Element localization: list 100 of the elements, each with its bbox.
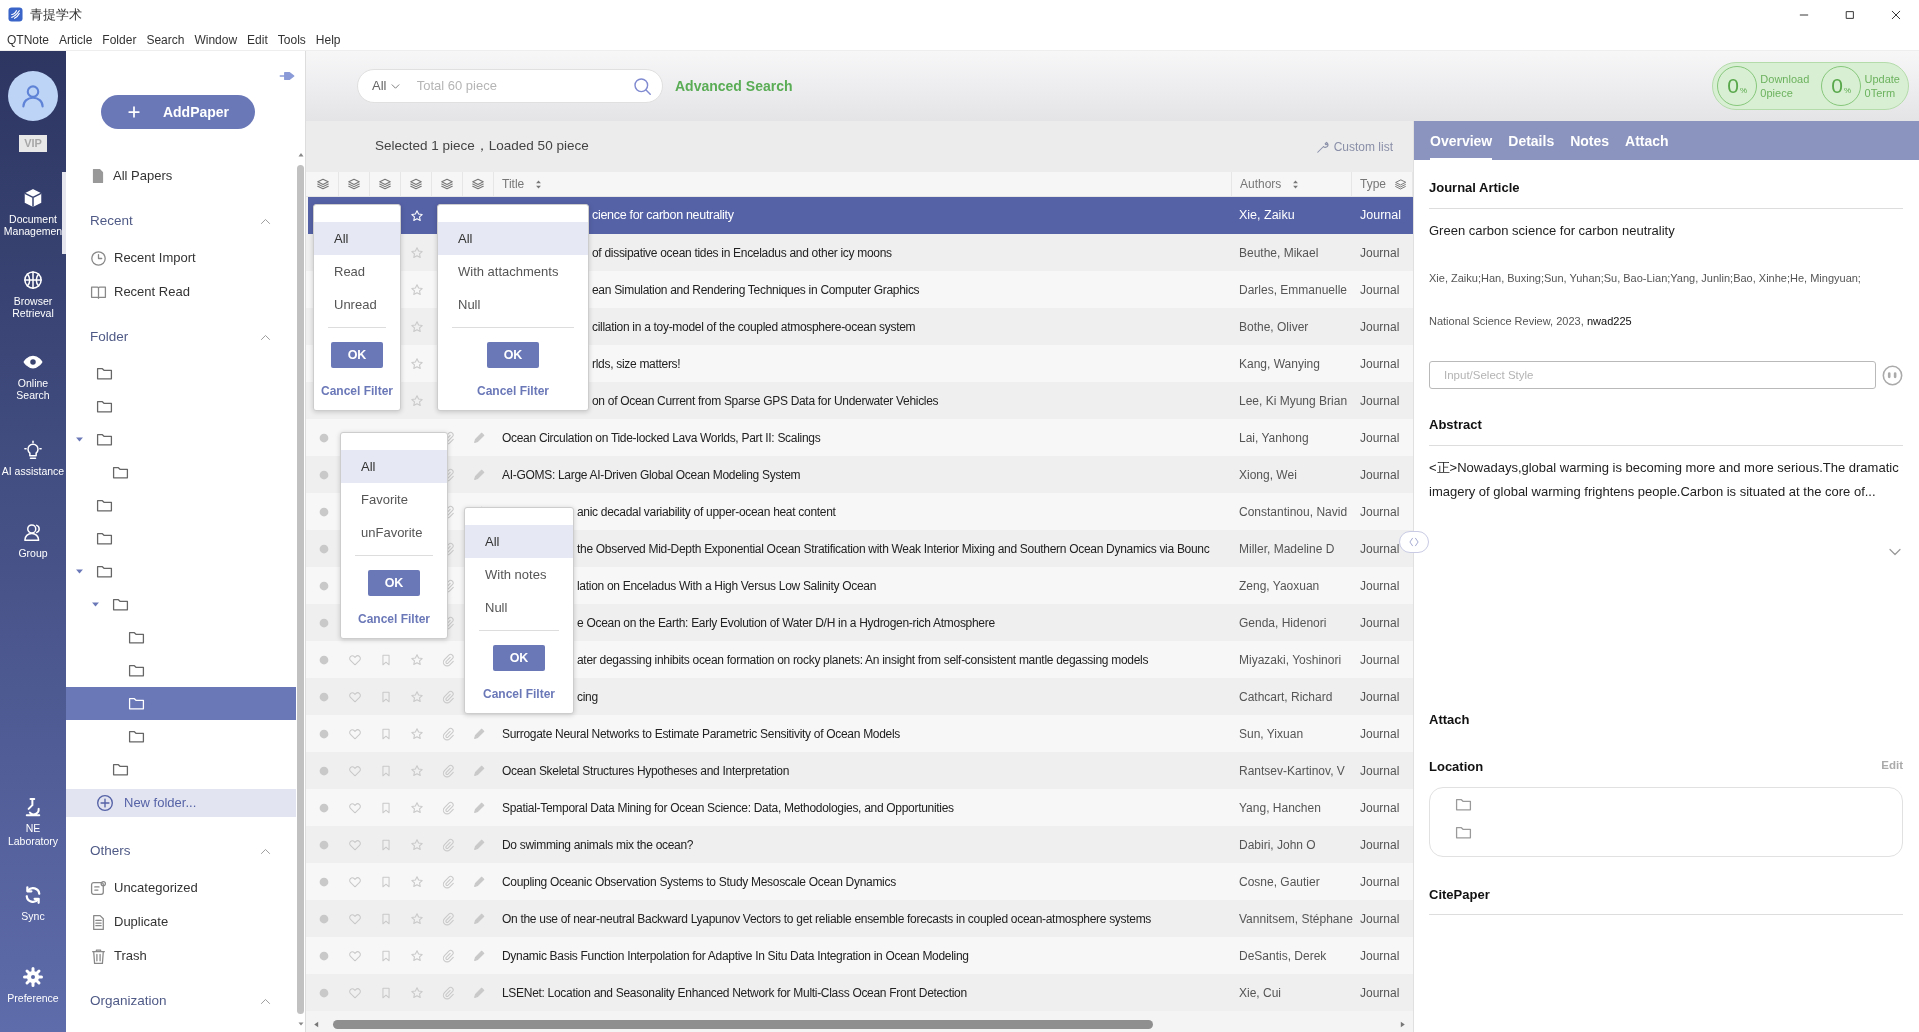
pencil-icon[interactable] xyxy=(471,726,486,741)
paper-title[interactable]: on of Ocean Current from Sparse GPS Data for Underwater Vehicles xyxy=(592,391,939,410)
sidebar-item[interactable]: Uncategorized xyxy=(114,878,198,898)
folder-item[interactable] xyxy=(66,687,296,720)
paper-title[interactable]: Spatial-Temporal Data Mining for Ocean Science: Data, Methodologies, and Opportunities xyxy=(502,798,954,817)
paper-title[interactable]: Ocean Skeletal Structures Hypotheses and Interpretation xyxy=(502,761,789,780)
nav-item[interactable]: Group xyxy=(0,499,66,582)
menu-item[interactable]: Help xyxy=(312,30,344,49)
menu-item[interactable]: Tools xyxy=(274,30,309,49)
ok-button[interactable]: OK xyxy=(368,570,420,596)
pencil-icon[interactable] xyxy=(471,430,486,445)
nav-item[interactable]: AI assistance xyxy=(0,417,66,500)
layers-icon[interactable] xyxy=(409,177,423,191)
menu-item[interactable]: Search xyxy=(143,30,188,49)
paper-title[interactable]: lation on Enceladus With a High Versus Low Salinity Ocean xyxy=(577,576,877,595)
filter-option[interactable]: unFavorite xyxy=(341,516,447,549)
pencil-icon[interactable] xyxy=(471,467,486,482)
menu-item[interactable]: Folder xyxy=(99,30,140,49)
star-icon[interactable] xyxy=(409,208,424,223)
paperclip-icon[interactable] xyxy=(440,985,455,1000)
nav-item[interactable]: Document Managemen xyxy=(0,171,66,254)
cancel-filter-link[interactable]: Cancel Filter xyxy=(314,382,400,400)
star-icon[interactable] xyxy=(409,356,424,371)
paper-title[interactable]: rlds, size matters! xyxy=(592,354,681,373)
nav-item[interactable]: Preference xyxy=(0,950,66,1032)
star-icon[interactable] xyxy=(409,948,424,963)
star-icon[interactable] xyxy=(409,245,424,260)
sidebar-item[interactable]: Trash xyxy=(114,946,147,966)
heart-icon[interactable] xyxy=(347,874,362,889)
heart-icon[interactable] xyxy=(347,985,362,1000)
heart-icon[interactable] xyxy=(347,763,362,778)
add-paper-button[interactable]: AddPaper xyxy=(101,95,255,129)
star-icon[interactable] xyxy=(409,689,424,704)
ok-button[interactable]: OK xyxy=(493,645,545,671)
layers-icon[interactable] xyxy=(378,177,392,191)
style-input-field[interactable]: Input/Select Style xyxy=(1429,361,1876,389)
menu-item[interactable]: Window xyxy=(191,30,241,49)
menu-item[interactable]: Article xyxy=(56,30,96,49)
nav-item[interactable]: Online Search xyxy=(0,335,66,418)
layers-icon[interactable] xyxy=(1394,177,1407,191)
paperclip-icon[interactable] xyxy=(440,763,455,778)
paper-title[interactable]: Do swimming animals mix the ocean? xyxy=(502,835,694,854)
pencil-icon[interactable] xyxy=(471,911,486,926)
paperclip-icon[interactable] xyxy=(440,652,455,667)
star-icon[interactable] xyxy=(409,837,424,852)
pencil-icon[interactable] xyxy=(471,800,486,815)
filter-option[interactable]: With notes xyxy=(465,558,573,591)
layers-icon[interactable] xyxy=(471,177,485,191)
heart-icon[interactable] xyxy=(347,800,362,815)
paper-title[interactable]: e Ocean on the Earth: Early Evolution of Water D/H in a Hydrogen-rich Atmosphere xyxy=(577,613,995,632)
pencil-icon[interactable] xyxy=(471,763,486,778)
filter-option[interactable]: Favorite xyxy=(341,483,447,516)
menu-item[interactable]: Edit xyxy=(244,30,271,49)
all-papers-item[interactable]: All Papers xyxy=(113,166,173,186)
paperclip-icon[interactable] xyxy=(440,689,455,704)
scrollbar-thumb[interactable] xyxy=(297,165,304,1014)
paper-title[interactable]: cience for carbon neutrality xyxy=(592,206,734,225)
heart-icon[interactable] xyxy=(347,948,362,963)
paper-title[interactable]: Ocean Circulation on Tide-locked Lava Worlds, Part II: Scalings xyxy=(502,428,821,447)
paperclip-icon[interactable] xyxy=(440,874,455,889)
paperclip-icon[interactable] xyxy=(440,911,455,926)
heart-icon[interactable] xyxy=(347,652,362,667)
paper-title[interactable]: ater degassing inhibits ocean formation on rocky planets: An insight from self-consistent mantle degassing models xyxy=(577,650,1149,669)
filter-option[interactable]: Null xyxy=(465,591,573,624)
paperclip-icon[interactable] xyxy=(440,837,455,852)
star-icon[interactable] xyxy=(409,726,424,741)
nav-item[interactable]: NE Laboratory xyxy=(0,786,66,868)
avatar[interactable] xyxy=(8,71,58,121)
collapse-handle[interactable] xyxy=(1399,531,1429,553)
column-header[interactable]: Title xyxy=(502,175,525,193)
filter-option[interactable]: With attachments xyxy=(438,255,588,288)
paperclip-icon[interactable] xyxy=(440,948,455,963)
paper-title[interactable]: of dissipative ocean tides in Enceladus and other icy moons xyxy=(592,243,892,262)
quote-icon[interactable] xyxy=(1882,364,1903,386)
heart-icon[interactable] xyxy=(347,911,362,926)
paper-title[interactable]: ean Simulation and Rendering Techniques in Computer Graphics xyxy=(592,280,920,299)
pencil-icon[interactable] xyxy=(471,948,486,963)
ok-button[interactable]: OK xyxy=(331,342,383,368)
heart-icon[interactable] xyxy=(347,726,362,741)
filter-option[interactable]: Null xyxy=(438,288,588,321)
pencil-icon[interactable] xyxy=(471,985,486,1000)
search-field[interactable]: All Total 60 piece xyxy=(357,69,663,103)
filter-option[interactable]: All xyxy=(341,450,447,483)
star-icon[interactable] xyxy=(409,874,424,889)
star-icon[interactable] xyxy=(409,985,424,1000)
paper-title[interactable]: Surrogate Neural Networks to Estimate Parametric Sensitivity of Ocean Models xyxy=(502,724,901,743)
nav-item[interactable]: Browser Retrieval xyxy=(0,253,66,336)
star-icon[interactable] xyxy=(409,652,424,667)
paper-title[interactable]: the Observed Mid-Depth Exponential Ocean Stratification with Weak Interior Mixing and Southern Ocean Dynamics via Bounc xyxy=(577,539,1210,558)
paper-title[interactable]: Coupling Oceanic Observation Systems to Study Mesoscale Ocean Dynamics xyxy=(502,872,896,891)
layers-icon[interactable] xyxy=(347,177,361,191)
star-icon[interactable] xyxy=(409,911,424,926)
cancel-filter-link[interactable]: Cancel Filter xyxy=(438,382,588,400)
sidebar-item[interactable]: Recent Read xyxy=(114,282,190,302)
filter-option[interactable]: All xyxy=(438,222,588,255)
paper-title[interactable]: cing xyxy=(577,687,598,706)
pencil-icon[interactable] xyxy=(471,874,486,889)
star-icon[interactable] xyxy=(409,319,424,334)
cancel-filter-link[interactable]: Cancel Filter xyxy=(465,685,573,703)
sidebar-item[interactable]: Recent Import xyxy=(114,248,196,268)
